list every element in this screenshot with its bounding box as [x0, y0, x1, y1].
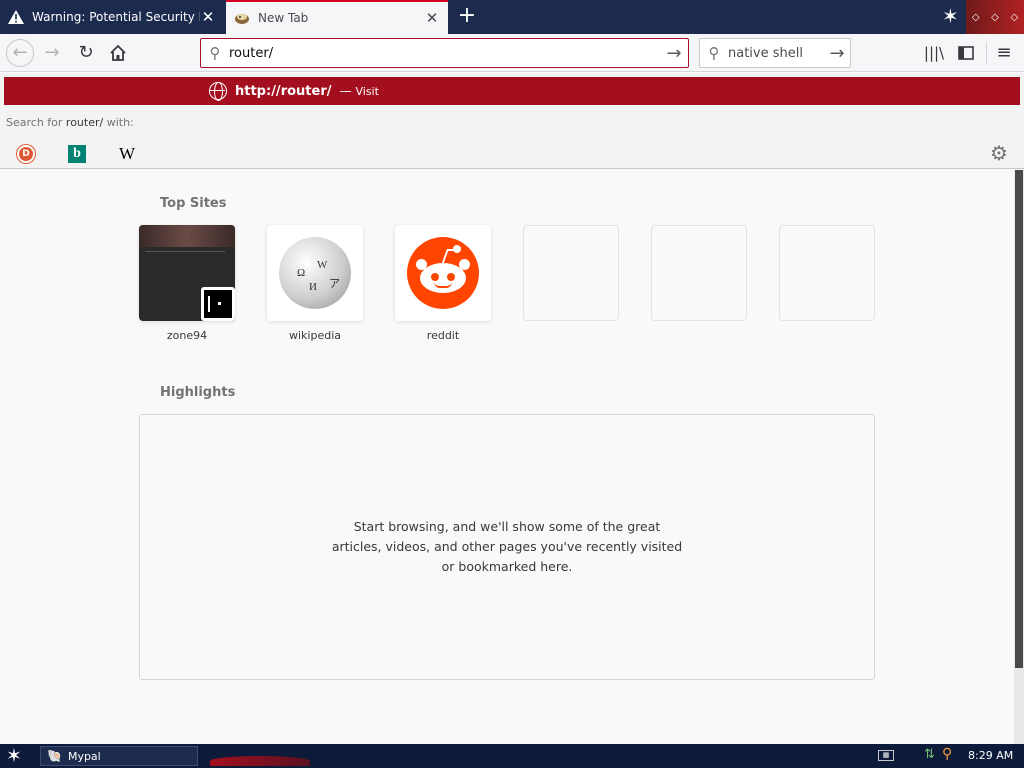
highlights-empty-message: Start browsing, and we'll show some of t… [331, 519, 683, 574]
home-icon [110, 44, 126, 61]
search-for-prefix: Search for [6, 116, 66, 129]
search-settings-button[interactable]: ⚙ [988, 142, 1010, 164]
site-label: zone94 [166, 329, 208, 342]
tab-new-tab[interactable]: New Tab ✕ [226, 0, 448, 34]
search-engine-duckduckgo[interactable]: D [15, 143, 37, 165]
forward-button[interactable]: → [38, 39, 66, 67]
forward-arrow-icon: → [44, 42, 60, 63]
top-site-empty [779, 225, 875, 329]
search-go-arrow-icon[interactable]: → [824, 43, 850, 64]
top-site-empty [523, 225, 619, 329]
reload-button[interactable]: ↻ [72, 39, 100, 67]
close-tab-icon[interactable]: ✕ [200, 8, 216, 26]
search-for-suffix: with: [103, 116, 134, 129]
back-button[interactable]: ← [6, 39, 34, 67]
tab-title: New Tab [258, 11, 309, 25]
maximize-icon[interactable]: ◇ [991, 12, 999, 23]
bing-icon: b [68, 145, 86, 163]
close-tab-icon[interactable]: ✕ [424, 9, 440, 27]
site-tile[interactable] [395, 225, 491, 321]
minimize-icon[interactable]: ◇ [972, 12, 980, 23]
clock: 8:29 AM [968, 749, 1014, 762]
top-site-reddit[interactable]: reddit [395, 225, 491, 342]
search-icon: ⚲ [708, 44, 720, 62]
warning-icon [8, 10, 24, 24]
search-engine-list: D b W ⚙ [0, 140, 1024, 168]
search-for-label: Search for router/ with: [6, 116, 134, 129]
sidebar-icon [958, 46, 974, 60]
back-arrow-icon: ← [12, 42, 28, 63]
hamburger-menu-icon: ≡ [996, 42, 1012, 63]
site-badge-icon [201, 287, 235, 321]
plus-icon: + [457, 3, 477, 28]
taskbar: ✶ 🐚 Mypal ▦ ⇅ ⚲ 8:29 AM [0, 744, 1024, 768]
duckduckgo-icon: D [17, 145, 35, 163]
start-menu-icon[interactable]: ✶ [6, 745, 22, 767]
reload-icon: ↻ [78, 42, 94, 63]
reddit-icon [407, 237, 479, 309]
scrollbar-thumb[interactable] [1015, 170, 1023, 668]
taskbar-decoration [210, 756, 310, 766]
site-tile[interactable]: ΩWИア [267, 225, 363, 321]
site-label: wikipedia [288, 329, 341, 342]
site-tile[interactable] [139, 225, 235, 321]
toolbar-separator [986, 42, 987, 64]
globe-icon [209, 82, 227, 101]
highlights-empty-state: Start browsing, and we'll show some of t… [139, 414, 875, 680]
suggestion-scheme: http:// [235, 83, 281, 99]
search-tray-icon[interactable]: ⚲ [942, 746, 952, 762]
site-label: reddit [426, 329, 460, 342]
library-icon: |||\ [923, 44, 945, 62]
empty-site-slot [523, 225, 619, 321]
top-site-zone94[interactable]: zone94 [139, 225, 235, 342]
wikipedia-icon: W [118, 144, 136, 163]
url-bar-dropdown: http://router/ — Visit Search for router… [0, 73, 1024, 169]
window-controls: ◇ ◇ ◇ [966, 0, 1024, 34]
page-scrollbar[interactable] [1014, 170, 1024, 744]
new-tab-page: Top Sites zone94 ΩWИア wikipedia reddit H… [0, 170, 1014, 744]
search-bar[interactable]: ⚲ native shell → [699, 38, 851, 68]
home-button[interactable] [104, 39, 132, 67]
search-engine-wikipedia[interactable]: W [116, 143, 138, 165]
suggestion-action: Visit [355, 84, 379, 98]
app-favicon-icon [235, 14, 249, 24]
network-tray-icon[interactable]: ⇅ [924, 747, 935, 762]
new-tab-button[interactable]: + [455, 3, 479, 29]
tab-strip: Warning: Potential Security Risk Ahead ✕… [0, 0, 1024, 34]
app-favicon-icon: 🐚 [47, 749, 62, 763]
tab-title: Warning: Potential Security Risk Ahead [32, 10, 200, 24]
go-arrow-icon[interactable]: → [660, 43, 688, 64]
suggestion-host: router/ [280, 83, 332, 99]
suggestion-separator: — [339, 84, 352, 98]
window-menu-star-icon[interactable]: ✶ [942, 4, 959, 28]
empty-site-slot [779, 225, 875, 321]
task-label: Mypal [67, 749, 101, 763]
menu-button[interactable]: ≡ [990, 39, 1018, 67]
empty-site-slot [651, 225, 747, 321]
wikipedia-globe-icon: ΩWИア [279, 237, 351, 309]
top-site-empty [651, 225, 747, 329]
search-engine-bing[interactable]: b [66, 143, 88, 165]
url-input[interactable]: router/ [229, 46, 660, 61]
suggestion-url: http://router/ [235, 84, 331, 99]
search-input[interactable]: native shell [728, 46, 824, 61]
nav-bar: ← → ↻ ⚲ router/ → ⚲ native shell → |||\ … [0, 34, 1024, 72]
library-button[interactable]: |||\ [920, 39, 948, 67]
top-sites-title: Top Sites [160, 196, 227, 211]
taskbar-task-mypal[interactable]: 🐚 Mypal [40, 746, 198, 766]
search-icon: ⚲ [209, 44, 221, 62]
keyboard-icon[interactable]: ▦ [878, 750, 894, 761]
search-for-query: router/ [65, 116, 104, 129]
close-window-icon[interactable]: ◇ [1010, 12, 1018, 23]
sidebar-toggle-button[interactable] [952, 39, 980, 67]
gear-icon: ⚙ [990, 141, 1008, 165]
top-site-wikipedia[interactable]: ΩWИア wikipedia [267, 225, 363, 342]
tab-security-warning[interactable]: Warning: Potential Security Risk Ahead ✕ [0, 0, 224, 34]
url-bar[interactable]: ⚲ router/ → [200, 38, 689, 68]
highlights-title: Highlights [160, 385, 236, 400]
url-suggestion-row[interactable]: http://router/ — Visit [4, 77, 1020, 105]
